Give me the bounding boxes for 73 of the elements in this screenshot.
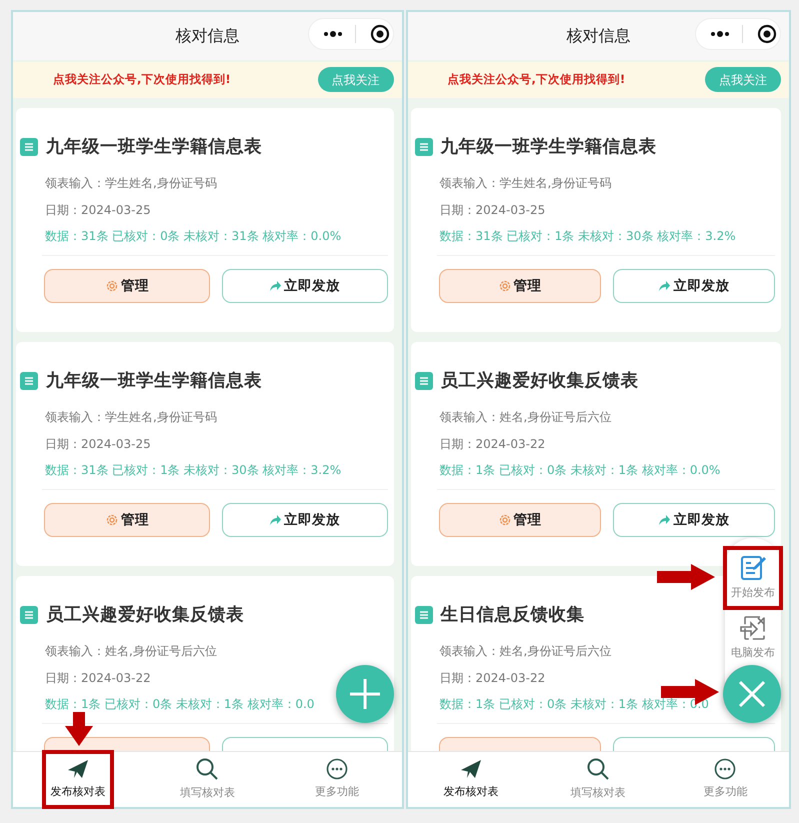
share-arrow-icon — [658, 280, 672, 292]
share-arrow-icon — [269, 280, 282, 292]
list-icon — [20, 138, 38, 156]
input-fields-text: 领表输入：姓名,身份证号后六位 — [45, 643, 217, 660]
paper-plane-icon — [459, 758, 484, 780]
list-icon — [20, 606, 38, 624]
more-dots-icon — [322, 31, 342, 37]
gear-icon — [498, 513, 512, 528]
manage-button[interactable]: 管理 — [44, 503, 210, 538]
publish-button[interactable]: 立即发放 — [222, 269, 388, 304]
nav-tab[interactable]: 填写核对表 — [173, 752, 242, 807]
search-icon — [195, 757, 220, 782]
more-icon — [326, 758, 348, 780]
share-arrow-icon — [658, 514, 672, 526]
menu-item[interactable]: 开始发布 — [729, 552, 777, 604]
date-text: 日期：2024-03-22 — [440, 436, 546, 454]
date-text: 日期：2024-03-25 — [440, 202, 546, 220]
export-icon — [739, 614, 767, 642]
manage-button[interactable]: 管理 — [438, 503, 601, 538]
share-arrow-icon — [269, 514, 282, 526]
publish-button[interactable]: 立即发放 — [612, 269, 775, 304]
menu-item[interactable]: 电脑发布 — [729, 612, 777, 663]
stats-text: 数据：31条 已核对：0条 未核对：31条 核对率：0.0% — [45, 228, 342, 246]
input-fields-text: 领表输入：学生姓名,身份证号码 — [45, 175, 217, 192]
stats-text: 数据：1条 已核对：0条 未核对：1条 核对率：0.0% — [440, 462, 720, 480]
date-text: 日期：2024-03-22 — [440, 670, 546, 688]
close-icon — [737, 679, 767, 709]
gear-icon — [104, 513, 119, 528]
input-fields-text: 领表输入：学生姓名,身份证号码 — [45, 409, 217, 426]
nav-tab[interactable]: 更多功能 — [302, 752, 371, 807]
plus-icon — [348, 678, 380, 710]
list-icon — [20, 372, 38, 390]
nav-tab[interactable]: 更多功能 — [691, 752, 760, 807]
more-dots-icon — [710, 31, 730, 37]
card-title: 员工兴趣爱好收集反馈表 — [440, 370, 638, 393]
input-fields-text: 领表输入：学生姓名,身份证号码 — [440, 175, 612, 192]
gear-icon — [104, 279, 119, 294]
manage-button[interactable]: 管理 — [44, 269, 210, 304]
banner-text: 点我关注公众号,下次使用找得到! — [53, 71, 231, 88]
more-icon — [714, 758, 736, 780]
manage-button[interactable]: 管理 — [438, 269, 601, 304]
page-title: 核对信息 — [175, 25, 240, 47]
list-icon — [414, 606, 432, 624]
publish-button[interactable]: 立即发放 — [612, 503, 775, 538]
publish-button[interactable]: 立即发放 — [222, 503, 388, 538]
stats-text: 数据：1条 已核对：0条 未核对：1条 核对率：0.0 — [45, 696, 314, 714]
date-text: 日期：2024-03-25 — [45, 202, 151, 220]
card-title: 九年级一班学生学籍信息表 — [46, 370, 262, 393]
gear-icon — [498, 279, 512, 294]
list-icon — [414, 372, 432, 390]
search-icon — [586, 757, 610, 782]
nav-tab[interactable]: 填写核对表 — [564, 752, 632, 807]
stats-text: 数据：31条 已核对：1条 未核对：30条 核对率：3.2% — [45, 462, 342, 480]
card-title: 九年级一班学生学籍信息表 — [440, 136, 656, 159]
form-edit-icon — [739, 554, 767, 582]
nav-tab[interactable]: 发布核对表 — [437, 752, 506, 807]
input-fields-text: 领表输入：姓名,身份证号后六位 — [440, 409, 612, 426]
list-icon — [414, 138, 432, 156]
card-title: 生日信息反馈收集 — [440, 604, 584, 627]
stats-text: 数据：31条 已核对：1条 未核对：30条 核对率：3.2% — [440, 228, 736, 246]
capsule-control[interactable] — [308, 18, 394, 50]
card-title: 九年级一班学生学籍信息表 — [46, 136, 262, 159]
card-title: 员工兴趣爱好收集反馈表 — [46, 604, 244, 627]
page-title: 核对信息 — [566, 25, 630, 47]
nav-tab[interactable]: 发布核对表 — [44, 752, 112, 807]
target-icon — [757, 24, 777, 44]
date-text: 日期：2024-03-22 — [45, 670, 151, 688]
banner-text: 点我关注公众号,下次使用找得到! — [448, 71, 626, 88]
target-icon — [370, 24, 390, 44]
input-fields-text: 领表输入：姓名,身份证号后六位 — [440, 643, 612, 660]
date-text: 日期：2024-03-25 — [45, 436, 151, 454]
paper-plane-icon — [66, 758, 90, 780]
capsule-control[interactable] — [695, 18, 781, 50]
